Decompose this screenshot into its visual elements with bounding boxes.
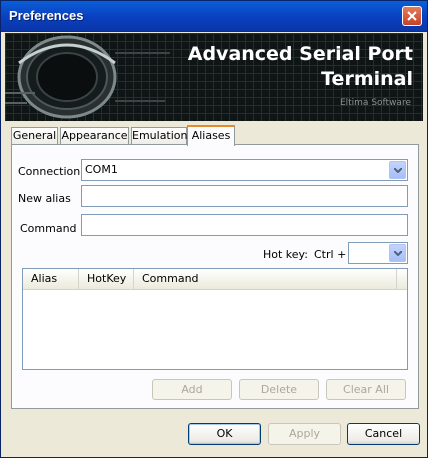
tab-appearance[interactable]: Appearance — [60, 127, 129, 145]
clear-all-button[interactable]: Clear All — [326, 379, 406, 400]
delete-button[interactable]: Delete — [239, 379, 319, 400]
tab-aliases[interactable]: Aliases — [187, 125, 235, 146]
command-input[interactable] — [81, 214, 408, 236]
column-header-command[interactable]: Command — [134, 269, 397, 289]
list-header: Alias HotKey Command — [23, 269, 407, 290]
tab-general[interactable]: General — [11, 127, 58, 145]
connection-dropdown-button[interactable] — [389, 161, 406, 179]
aliases-list[interactable]: Alias HotKey Command — [22, 268, 408, 370]
connection-select[interactable]: COM1 — [81, 159, 408, 181]
banner-title: Advanced Serial Port Terminal — [153, 42, 413, 92]
product-banner: Advanced Serial Port Terminal Eltima Sof… — [5, 33, 423, 121]
chevron-down-icon — [394, 168, 402, 173]
hotkey-select[interactable] — [348, 242, 408, 264]
add-button[interactable]: Add — [152, 379, 232, 400]
tab-emulation[interactable]: Emulation — [131, 127, 188, 145]
column-header-hotkey[interactable]: HotKey — [79, 269, 134, 289]
hotkey-label: Hot key: — [263, 248, 308, 261]
connection-value: COM1 — [85, 163, 118, 176]
hotkey-ctrl-label: Ctrl + — [314, 248, 347, 261]
banner-title-line1: Advanced Serial Port — [187, 43, 413, 65]
close-icon — [407, 11, 417, 21]
hotkey-dropdown-button[interactable] — [389, 244, 406, 262]
banner-title-line2: Terminal — [321, 68, 413, 90]
command-label: Command — [20, 222, 77, 235]
close-button[interactable] — [402, 6, 422, 26]
connection-label: Connection — [18, 165, 81, 178]
chevron-down-icon — [394, 251, 402, 256]
window-title: Preferences — [9, 8, 84, 23]
banner-subtitle: Eltima Software — [339, 98, 411, 108]
apply-button[interactable]: Apply — [268, 423, 341, 445]
title-bar[interactable]: Preferences — [1, 1, 427, 32]
port-graphic-icon — [5, 35, 170, 119]
new-alias-label: New alias — [18, 192, 71, 205]
cancel-button[interactable]: Cancel — [347, 423, 420, 445]
ok-button[interactable]: OK — [188, 423, 261, 445]
new-alias-input[interactable] — [81, 185, 408, 207]
preferences-window: Preferences Advanced Serial Port Termina… — [0, 0, 428, 458]
column-header-alias[interactable]: Alias — [23, 269, 79, 289]
